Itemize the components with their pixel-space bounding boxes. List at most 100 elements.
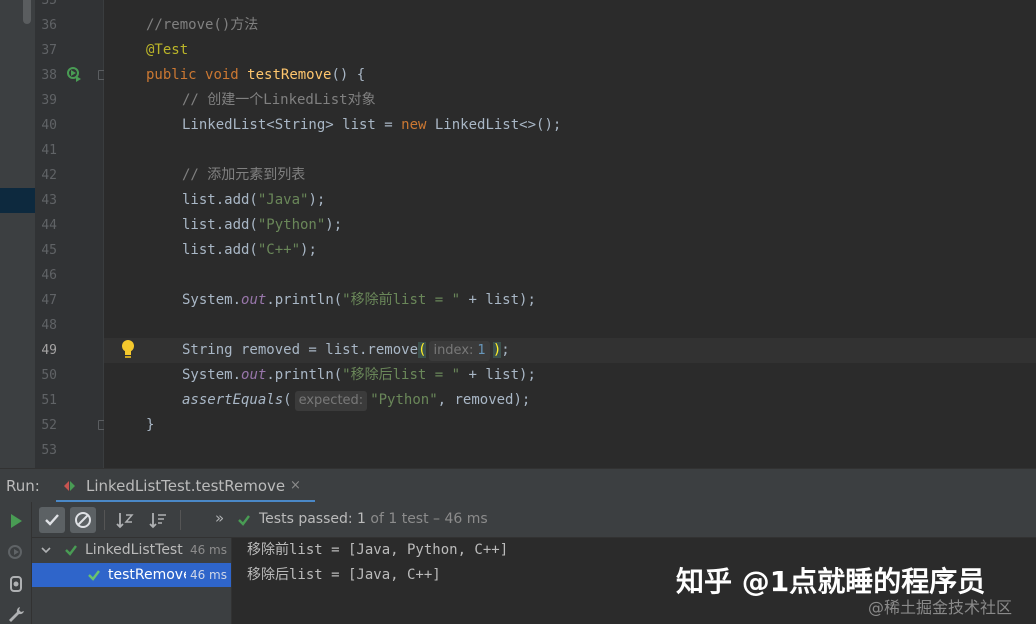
run-tab[interactable]: LinkedListTest.testRemove × bbox=[56, 469, 315, 503]
test-runner-toolbar: » Tests passed: 1 of 1 test – 46 ms bbox=[32, 502, 1036, 538]
line-number: 47 bbox=[41, 293, 57, 308]
method-call: assertEquals bbox=[182, 392, 284, 408]
line-number: 46 bbox=[41, 268, 57, 283]
tests-passed-count: 1 bbox=[352, 511, 366, 527]
line-number-current: 49 bbox=[41, 343, 57, 358]
test-method-name: testRemove bbox=[108, 567, 186, 583]
tests-passed-label: Tests passed: bbox=[259, 511, 353, 527]
run-test-gutter-icon[interactable] bbox=[66, 66, 82, 82]
string-literal: "移除前list = " bbox=[342, 292, 461, 308]
run-label: Run: bbox=[6, 477, 40, 495]
project-panel-edge bbox=[0, 0, 35, 468]
code-line-52[interactable]: } bbox=[146, 413, 154, 438]
passed-check-icon bbox=[88, 570, 100, 581]
keyword: new bbox=[401, 117, 427, 133]
annotation: @Test bbox=[146, 42, 189, 58]
check-icon bbox=[45, 514, 59, 526]
code-line-44[interactable]: list.add("Python"); bbox=[182, 213, 342, 238]
line-number: 44 bbox=[41, 218, 57, 233]
string-literal: "C++" bbox=[257, 242, 301, 258]
check-icon bbox=[238, 515, 250, 526]
line-number: 50 bbox=[41, 368, 57, 383]
code-line-37[interactable]: @Test bbox=[146, 38, 188, 63]
code-text: list.add( bbox=[182, 217, 258, 233]
hint-label: index: bbox=[433, 343, 474, 358]
line-number: 53 bbox=[41, 443, 57, 458]
code-line-40[interactable]: LinkedList<String> list = new LinkedList… bbox=[182, 113, 561, 138]
comment: // 添加元素到列表 bbox=[182, 167, 306, 183]
console-line: 移除前list = [Java, Python, C++] bbox=[247, 542, 509, 558]
line-number: 51 bbox=[41, 393, 57, 408]
code-text: ); bbox=[308, 192, 326, 208]
sort-alpha-icon bbox=[116, 513, 134, 529]
code-text: , removed); bbox=[437, 392, 531, 408]
code-text: list.add( bbox=[182, 242, 258, 258]
code-line-47[interactable]: System.out.println("移除前list = " + list); bbox=[182, 288, 536, 313]
code-line-39[interactable]: // 创建一个LinkedList对象 bbox=[182, 88, 376, 113]
rerun-icon[interactable] bbox=[6, 511, 26, 531]
show-ignored-button[interactable] bbox=[70, 507, 96, 533]
string-literal: "Java" bbox=[257, 192, 309, 208]
code-text: .println( bbox=[266, 367, 343, 383]
code-text: list.add( bbox=[182, 192, 258, 208]
toggle-auto-test-icon[interactable] bbox=[6, 574, 26, 594]
code-text: .println( bbox=[266, 292, 343, 308]
code-text: + list); bbox=[460, 367, 536, 383]
code-text: System. bbox=[182, 367, 242, 383]
code-text: () { bbox=[331, 67, 366, 83]
line-number: 38 bbox=[41, 68, 57, 83]
lightbulb-icon[interactable] bbox=[121, 339, 135, 359]
code-text: ( bbox=[283, 392, 292, 408]
line-number: 45 bbox=[41, 243, 57, 258]
sort-alphabetically-button[interactable] bbox=[112, 507, 138, 533]
tests-status: Tests passed: 1 of 1 test – 46 ms bbox=[259, 511, 488, 527]
line-number: 39 bbox=[41, 93, 57, 108]
code-text: System. bbox=[182, 292, 242, 308]
rerun-failed-icon[interactable] bbox=[6, 542, 26, 562]
show-passed-button[interactable] bbox=[39, 507, 65, 533]
code-line-36[interactable]: //remove()方法 bbox=[146, 13, 258, 38]
test-duration: 46 ms bbox=[189, 543, 227, 557]
code-line-45[interactable]: list.add("C++"); bbox=[182, 238, 317, 263]
code-text: LinkedList<String> list = bbox=[182, 117, 402, 133]
tree-item-test-class[interactable]: LinkedListTest 46 ms bbox=[32, 538, 231, 562]
code-text: String removed = list.remove bbox=[182, 342, 419, 358]
console-line: 移除后list = [Java, C++] bbox=[247, 567, 441, 583]
sort-by-duration-button[interactable] bbox=[145, 507, 171, 533]
line-number: 48 bbox=[41, 318, 57, 333]
sort-duration-icon bbox=[149, 513, 166, 529]
code-line-38[interactable]: public void testRemove() { bbox=[146, 63, 365, 88]
comment: // 创建一个LinkedList对象 bbox=[182, 92, 376, 108]
code-line-43[interactable]: list.add("Java"); bbox=[182, 188, 325, 213]
method-name: testRemove bbox=[247, 67, 332, 83]
passed-check-icon bbox=[65, 545, 77, 556]
code-line-50[interactable]: System.out.println("移除后list = " + list); bbox=[182, 363, 536, 388]
line-number: 52 bbox=[41, 418, 57, 433]
line-number: 36 bbox=[41, 18, 57, 33]
code-line-49[interactable]: String removed = list.remove(index: 1); bbox=[182, 338, 510, 363]
tree-item-test-method[interactable]: testRemove 46 ms bbox=[32, 563, 231, 587]
code-line-42[interactable]: // 添加元素到列表 bbox=[182, 163, 305, 188]
keyword: void bbox=[205, 67, 239, 83]
project-selected-item[interactable] bbox=[0, 188, 35, 213]
line-number: 43 bbox=[41, 193, 57, 208]
code-text: ; bbox=[501, 342, 510, 358]
code-text: LinkedList<>(); bbox=[426, 117, 562, 133]
code-line-51[interactable]: assertEquals(expected: "Python", removed)… bbox=[182, 388, 530, 413]
static-field: out bbox=[241, 367, 267, 383]
code-text: } bbox=[146, 417, 155, 433]
ignored-icon bbox=[75, 512, 91, 528]
run-side-toolbar bbox=[0, 502, 32, 624]
string-literal: "Python" bbox=[370, 392, 438, 408]
run-tab-label: LinkedListTest.testRemove bbox=[86, 477, 286, 495]
string-literal: "移除后list = " bbox=[342, 367, 461, 383]
more-actions-chevron[interactable]: » bbox=[215, 509, 224, 527]
wrench-icon[interactable] bbox=[6, 604, 26, 624]
code-text: ); bbox=[325, 217, 343, 233]
keyword: public bbox=[146, 67, 197, 83]
close-tab-icon[interactable]: × bbox=[290, 478, 301, 493]
static-field: out bbox=[241, 292, 267, 308]
line-number: 42 bbox=[41, 168, 57, 183]
chevron-down-icon[interactable] bbox=[41, 547, 51, 554]
project-scrollbar[interactable] bbox=[23, 0, 31, 24]
